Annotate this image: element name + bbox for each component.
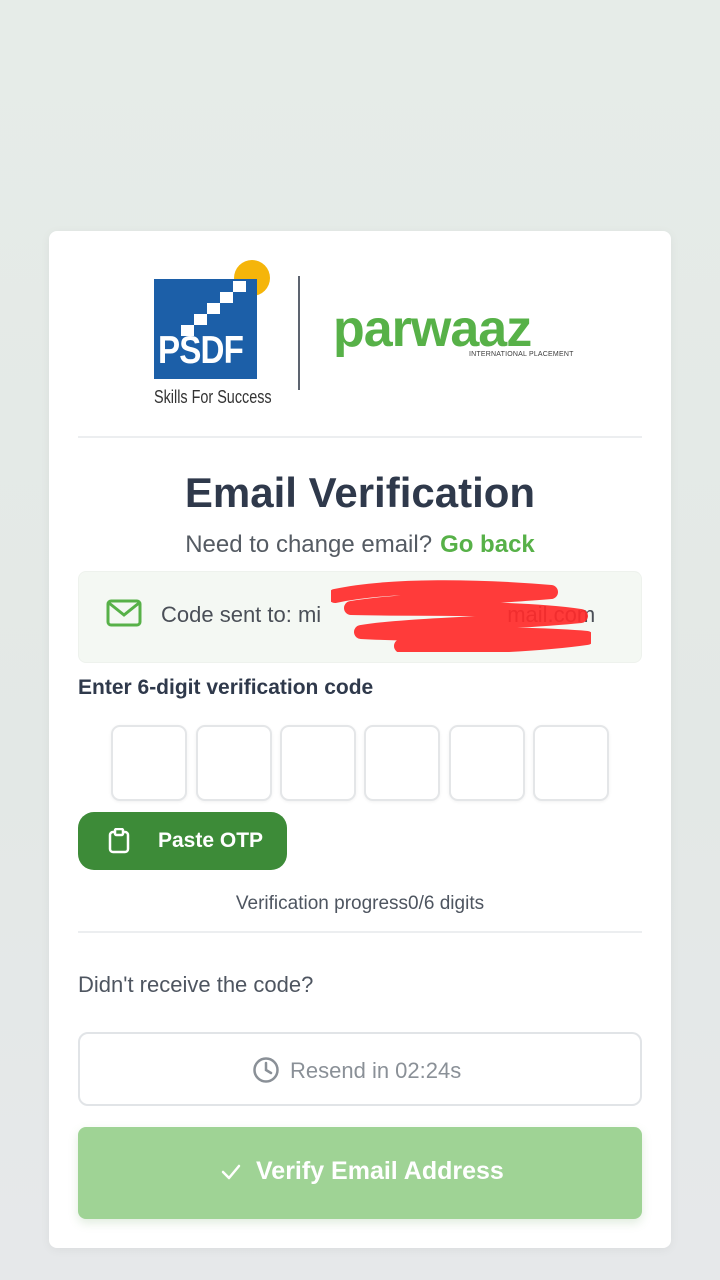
verification-progress: Verification progress0/6 digits	[235, 893, 485, 914]
otp-label: Enter 6-digit verification code	[78, 676, 374, 699]
parwaaz-logo-text: parwaaz	[333, 300, 532, 358]
psdf-logo: PSDF Skills For Success	[152, 259, 282, 419]
verification-card: PSDF Skills For Success parwaaz INTERNAT…	[49, 231, 671, 1248]
otp-digit-5[interactable]	[449, 725, 525, 801]
verify-email-button[interactable]: Verify Email Address	[78, 1127, 642, 1219]
change-email-prompt: Need to change email?	[185, 531, 433, 558]
code-sent-prefix: Code sent to: mi	[161, 602, 322, 627]
redaction-scribble	[331, 580, 591, 652]
page-title: Email Verification	[184, 469, 536, 516]
parwaaz-logo: parwaaz INTERNATIONAL PLACEMENT	[333, 301, 573, 366]
logo-header: PSDF Skills For Success parwaaz INTERNAT…	[49, 231, 671, 431]
logo-divider	[298, 276, 300, 390]
otp-input-group	[111, 725, 611, 801]
section-divider	[78, 931, 642, 933]
otp-digit-2[interactable]	[196, 725, 272, 801]
psdf-tagline: Skills For Success	[154, 387, 272, 407]
check-icon	[221, 1164, 241, 1180]
change-email-line: Need to change email? Go back	[49, 531, 671, 559]
clipboard-icon	[108, 828, 130, 854]
otp-digit-3[interactable]	[280, 725, 356, 801]
resend-prompt: Didn't receive the code?	[78, 972, 314, 997]
resend-label: Resend in 02:24s	[290, 1058, 462, 1083]
otp-digit-1[interactable]	[111, 725, 187, 801]
parwaaz-subtext: INTERNATIONAL PLACEMENT	[469, 351, 574, 358]
psdf-logo-text: PSDF	[158, 329, 244, 372]
go-back-link[interactable]: Go back	[440, 531, 535, 558]
otp-digit-6[interactable]	[533, 725, 609, 801]
paste-otp-label: Paste OTP	[158, 829, 264, 852]
envelope-icon	[106, 599, 142, 627]
header-divider	[78, 436, 642, 438]
resend-button[interactable]: Resend in 02:24s	[78, 1032, 642, 1106]
verify-email-label: Verify Email Address	[256, 1157, 504, 1185]
clock-icon	[253, 1057, 279, 1083]
paste-otp-button[interactable]: Paste OTP	[78, 812, 287, 870]
otp-digit-4[interactable]	[364, 725, 440, 801]
code-sent-notice: Code sent to: mi mail.com	[78, 571, 642, 663]
